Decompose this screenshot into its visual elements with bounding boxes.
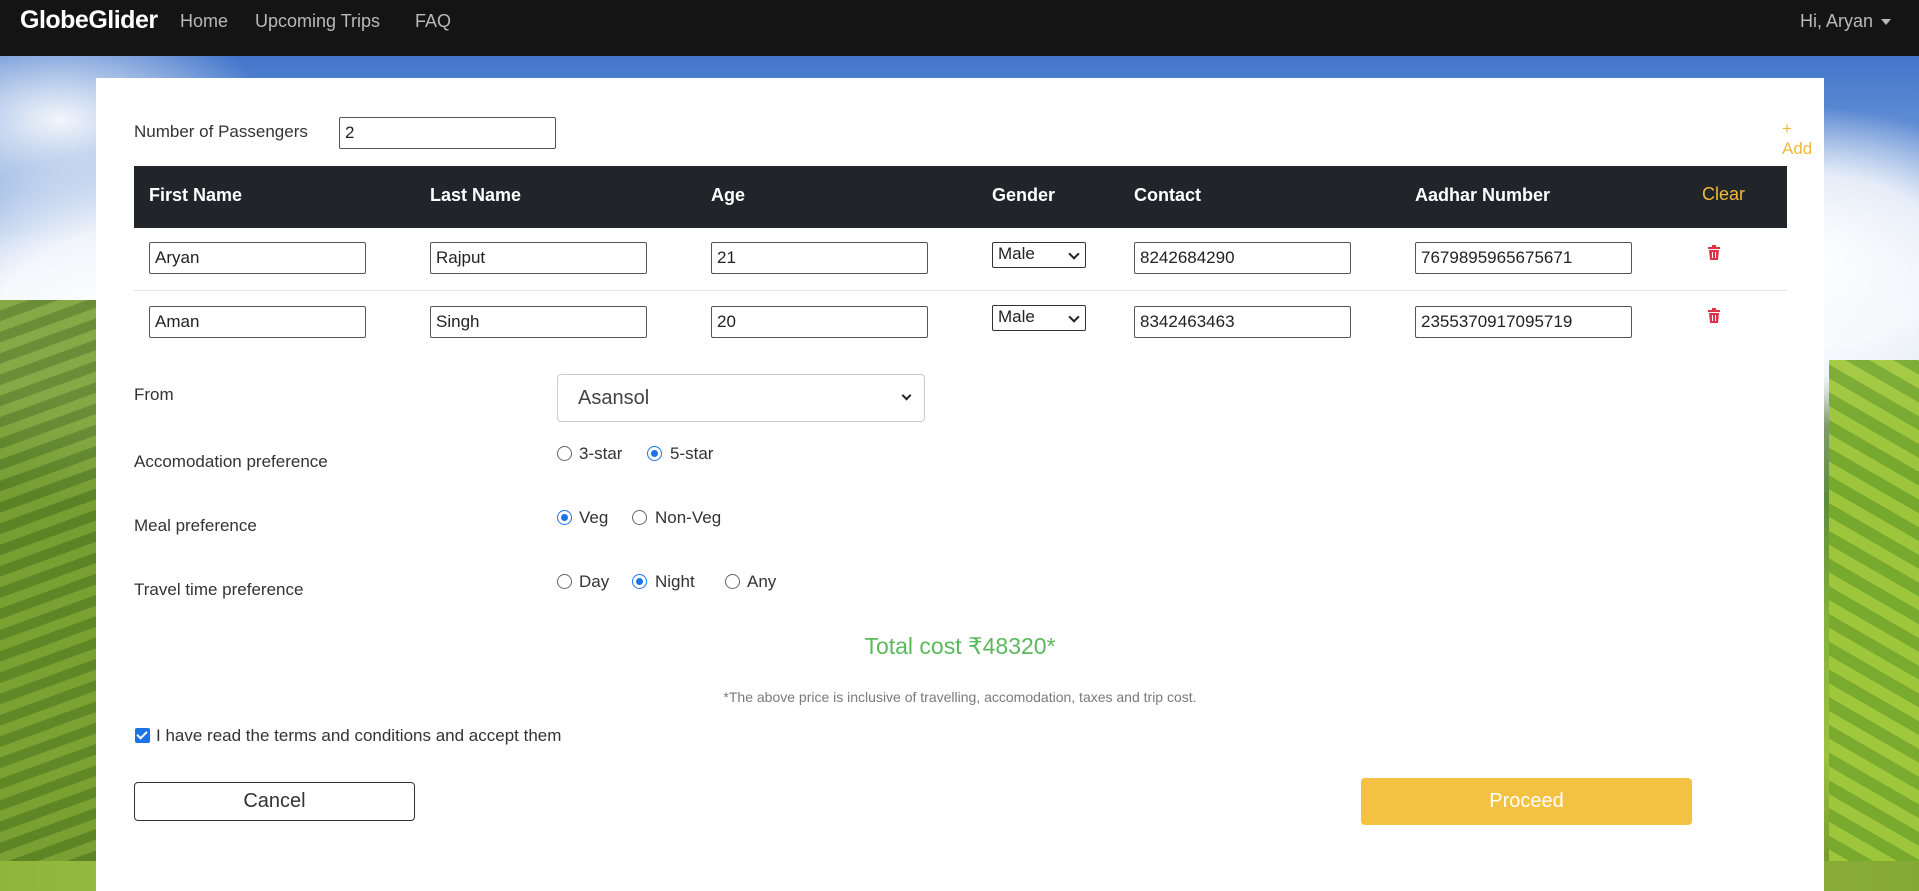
column-header-contact: Contact <box>1134 185 1201 205</box>
radio-day[interactable] <box>557 574 572 589</box>
nav-link-home[interactable]: Home <box>180 11 228 32</box>
radio-non-veg[interactable] <box>632 510 647 525</box>
column-header-first-name: First Name <box>149 185 243 205</box>
age-input[interactable] <box>711 306 928 338</box>
radio-day-label: Day <box>579 572 610 591</box>
accommodation-label: Accomodation preference <box>134 452 328 471</box>
user-greeting: Hi, Aryan <box>1799 11 1873 31</box>
brand-logo[interactable]: GlobeGlider <box>20 6 158 35</box>
nav-link-faq[interactable]: FAQ <box>415 11 451 32</box>
table-row: Male <box>134 291 1787 354</box>
radio-3-star[interactable] <box>557 446 572 461</box>
radio-any[interactable] <box>725 574 740 589</box>
terms-label: I have read the terms and conditions and… <box>156 726 562 745</box>
terms-checkbox[interactable] <box>135 728 150 743</box>
trash-icon[interactable] <box>1707 245 1721 261</box>
gender-select[interactable]: Male <box>992 305 1086 331</box>
clear-button[interactable]: Clear <box>1702 184 1745 205</box>
radio-any-label: Any <box>747 572 777 591</box>
chevron-down-icon <box>1068 311 1080 323</box>
table-row: Male <box>134 228 1787 291</box>
total-cost: Total cost ₹48320* <box>864 633 1056 659</box>
radio-night-label: Night <box>655 572 695 591</box>
cancel-button[interactable]: Cancel <box>134 782 415 821</box>
contact-input[interactable] <box>1134 306 1351 338</box>
caret-down-icon <box>1881 19 1891 26</box>
chevron-down-icon <box>901 390 912 401</box>
navbar: GlobeGlider Home Upcoming Trips FAQ Hi, … <box>0 0 1919 56</box>
radio-night[interactable] <box>632 574 647 589</box>
passenger-table-header: First Name Last Name Age Gender Contact … <box>134 166 1787 228</box>
last-name-input[interactable] <box>430 306 647 338</box>
gender-select-value: Male <box>998 307 1035 326</box>
contact-input[interactable] <box>1134 242 1351 274</box>
from-label: From <box>134 385 174 404</box>
age-input[interactable] <box>711 242 928 274</box>
background-hill-left <box>0 300 110 891</box>
radio-non-veg-label: Non-Veg <box>655 508 722 527</box>
column-header-aadhar: Aadhar Number <box>1415 185 1551 205</box>
from-select-value: Asansol <box>578 387 650 409</box>
column-header-age: Age <box>711 185 746 205</box>
first-name-input[interactable] <box>149 242 366 274</box>
passengers-input[interactable] <box>339 117 556 149</box>
passengers-label: Number of Passengers <box>134 122 308 141</box>
price-note: *The above price is inclusive of travell… <box>723 689 1197 705</box>
background-hill-right <box>1829 360 1919 891</box>
radio-5-star[interactable] <box>647 446 662 461</box>
first-name-input[interactable] <box>149 306 366 338</box>
radio-3-star-label: 3-star <box>579 444 623 463</box>
proceed-button[interactable]: Proceed <box>1361 778 1692 825</box>
user-menu[interactable]: Hi, Aryan <box>1800 11 1891 32</box>
aadhar-input[interactable] <box>1415 306 1632 338</box>
travel-time-label: Travel time preference <box>134 580 304 599</box>
meal-label: Meal preference <box>134 516 257 535</box>
column-header-last-name: Last Name <box>430 185 522 205</box>
gender-select[interactable]: Male <box>992 242 1086 268</box>
last-name-input[interactable] <box>430 242 647 274</box>
booking-form-card: Number of Passengers + Add First Name La… <box>96 78 1824 891</box>
radio-veg[interactable] <box>557 510 572 525</box>
radio-5-star-label: 5-star <box>670 444 714 463</box>
trash-icon[interactable] <box>1707 308 1721 324</box>
add-passenger-button[interactable]: + Add <box>1782 119 1824 159</box>
aadhar-input[interactable] <box>1415 242 1632 274</box>
gender-select-value: Male <box>998 244 1035 263</box>
from-select[interactable]: Asansol <box>557 374 925 422</box>
chevron-down-icon <box>1068 248 1080 260</box>
nav-link-upcoming-trips[interactable]: Upcoming Trips <box>255 11 380 32</box>
radio-veg-label: Veg <box>579 508 609 527</box>
column-header-gender: Gender <box>992 185 1056 205</box>
